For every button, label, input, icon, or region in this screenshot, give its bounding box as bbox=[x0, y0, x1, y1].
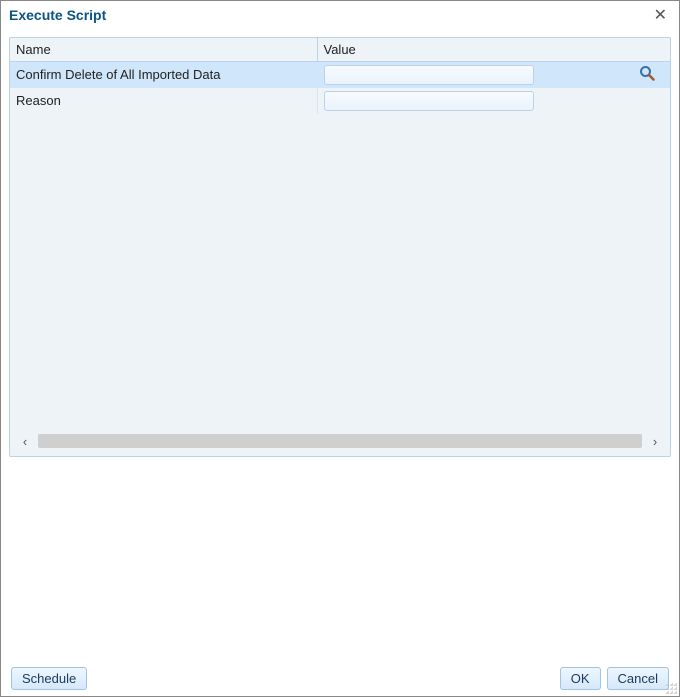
row-name: Reason bbox=[10, 88, 317, 114]
table-row[interactable]: Confirm Delete of All Imported Data bbox=[10, 62, 670, 88]
horizontal-scrollbar[interactable]: ‹ › bbox=[16, 432, 664, 450]
scroll-right-icon[interactable]: › bbox=[646, 432, 664, 450]
row-value-input[interactable] bbox=[324, 91, 534, 111]
table-row[interactable]: Reason bbox=[10, 88, 670, 114]
row-value-input[interactable] bbox=[324, 65, 534, 85]
resize-grip-icon[interactable] bbox=[665, 682, 677, 694]
column-header-name[interactable]: Name bbox=[10, 38, 317, 62]
dialog-title: Execute Script bbox=[9, 7, 106, 23]
cancel-button[interactable]: Cancel bbox=[607, 667, 669, 690]
parameters-table: Name Value Confirm Delete of All Importe… bbox=[10, 38, 670, 114]
column-header-value[interactable]: Value bbox=[317, 38, 670, 62]
row-name: Confirm Delete of All Imported Data bbox=[10, 62, 317, 88]
scroll-left-icon[interactable]: ‹ bbox=[16, 432, 34, 450]
ok-button[interactable]: OK bbox=[560, 667, 601, 690]
scroll-track[interactable] bbox=[38, 434, 642, 448]
magnifier-icon[interactable] bbox=[638, 64, 656, 82]
close-icon[interactable]: ✕ bbox=[650, 5, 671, 25]
schedule-button[interactable]: Schedule bbox=[11, 667, 87, 690]
